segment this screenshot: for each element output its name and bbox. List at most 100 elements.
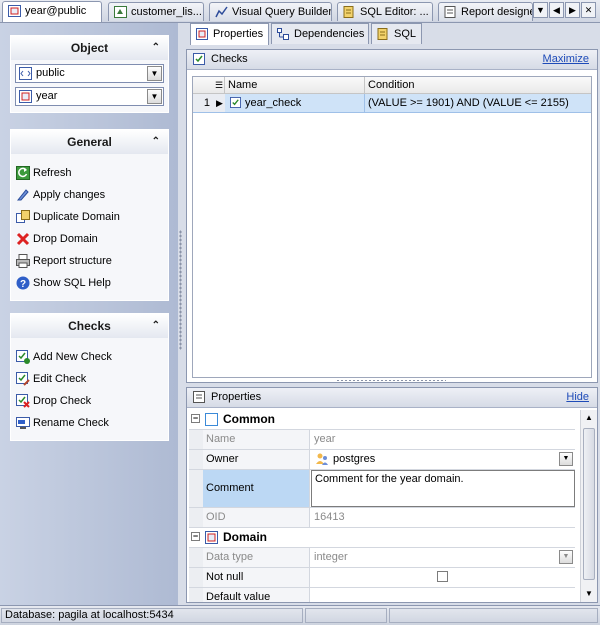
tab-scroll-right-button[interactable]: ▶ xyxy=(565,2,580,18)
scrollbar-thumb[interactable] xyxy=(583,428,595,580)
add-new-check-item[interactable]: Add New Check xyxy=(11,346,168,368)
duplicate-domain-label: Duplicate Domain xyxy=(33,211,120,223)
doc-tab-sql-editor[interactable]: SQL Editor: ... xyxy=(337,2,433,21)
doc-tab-report-designer[interactable]: Report designe xyxy=(438,2,533,21)
doc-tab-label: customer_lis... xyxy=(131,6,202,18)
domain-combo-value: year xyxy=(36,90,58,102)
sql-editor-icon xyxy=(343,6,354,18)
status-database: Database: pagila at localhost:5434 xyxy=(1,608,303,623)
panel-splitter-handle[interactable] xyxy=(336,379,446,383)
doc-tab-visual-query-builder[interactable]: Visual Query Builder xyxy=(209,2,332,21)
property-comment[interactable]: Comment Comment for the year domain. xyxy=(189,470,575,508)
check-name: year_check xyxy=(245,97,302,109)
tab-scroll-left-button[interactable]: ◀ xyxy=(549,2,564,18)
property-grid: − Common Name year Owner postgres ▼ Comm… xyxy=(189,410,575,602)
refresh-icon xyxy=(16,166,30,180)
schema-icon xyxy=(19,67,32,80)
maximize-link[interactable]: Maximize xyxy=(543,50,589,69)
property-default-value-label: Default value xyxy=(203,588,310,602)
checks-panel-title: Checks xyxy=(211,53,248,65)
property-data-type[interactable]: Data type integer ▼ xyxy=(189,548,575,568)
status-bar: Database: pagila at localhost:5434 xyxy=(0,605,600,625)
editor-area: Properties Dependencies SQL Checks Maxim… xyxy=(186,23,598,605)
check-icon xyxy=(230,97,241,108)
hide-link[interactable]: Hide xyxy=(566,388,589,407)
cell-name[interactable]: year_check xyxy=(225,94,365,112)
collapse-icon[interactable]: − xyxy=(191,532,200,541)
duplicate-domain-item[interactable]: Duplicate Domain xyxy=(11,206,168,228)
property-data-type-value-cell[interactable]: integer ▼ xyxy=(311,548,575,567)
property-owner[interactable]: Owner postgres ▼ xyxy=(189,450,575,470)
properties-panel-header: Properties Hide xyxy=(187,388,597,408)
cell-condition[interactable]: (VALUE >= 1901) AND (VALUE <= 2155) xyxy=(365,94,591,112)
column-header-condition[interactable]: Condition xyxy=(365,77,591,93)
property-oid-value: 16413 xyxy=(314,511,345,523)
property-owner-value-cell[interactable]: postgres ▼ xyxy=(311,450,575,469)
collapse-icon[interactable]: ⌃ xyxy=(152,130,160,154)
dependencies-icon xyxy=(277,28,289,40)
drop-domain-label: Drop Domain xyxy=(33,233,98,245)
column-chooser-icon[interactable]: ☰ xyxy=(215,77,223,93)
drop-domain-item[interactable]: Drop Domain xyxy=(11,228,168,250)
refresh-item[interactable]: Refresh xyxy=(11,162,168,184)
collapse-icon[interactable]: ⌃ xyxy=(152,314,160,338)
general-group-header[interactable]: General ⌃ xyxy=(11,130,168,154)
tab-properties[interactable]: Properties xyxy=(190,23,269,45)
schema-combo[interactable]: public ▼ xyxy=(15,64,164,83)
report-structure-item[interactable]: Report structure xyxy=(11,250,168,272)
domain-icon xyxy=(8,5,21,17)
edit-check-item[interactable]: Edit Check xyxy=(11,368,168,390)
close-tab-button[interactable]: ✕ xyxy=(581,2,596,18)
row-indicator-header: ☰ xyxy=(193,77,225,93)
chevron-down-icon[interactable]: ▼ xyxy=(559,452,573,466)
navigation-bar: Object ⌃ public ▼ year ▼ General ⌃ Refre… xyxy=(0,23,178,605)
property-default-value-value[interactable] xyxy=(311,588,575,602)
table-row[interactable]: 1 ▶ year_check (VALUE >= 1901) AND (VALU… xyxy=(193,94,591,113)
rename-check-label: Rename Check xyxy=(33,417,109,429)
category-domain-label: Domain xyxy=(223,530,268,544)
grid-header: ☰ Name Condition xyxy=(193,77,591,94)
tab-list-dropdown-button[interactable]: ▼ xyxy=(533,2,548,18)
object-group-header[interactable]: Object ⌃ xyxy=(11,36,168,60)
show-sql-help-item[interactable]: ? Show SQL Help xyxy=(11,272,168,294)
properties-scrollbar[interactable]: ▲ ▼ xyxy=(580,410,597,602)
category-common[interactable]: − Common xyxy=(189,410,575,430)
property-not-null-value[interactable] xyxy=(311,568,575,587)
category-domain[interactable]: − Domain xyxy=(189,528,575,548)
scroll-up-icon[interactable]: ▲ xyxy=(581,410,597,426)
property-oid: OID 16413 xyxy=(189,508,575,528)
chevron-down-icon[interactable]: ▼ xyxy=(147,66,162,81)
doc-tab-label: Visual Query Builder xyxy=(232,6,332,18)
tab-sql[interactable]: SQL xyxy=(371,23,422,44)
apply-changes-label: Apply changes xyxy=(33,189,106,201)
domain-combo[interactable]: year ▼ xyxy=(15,87,164,106)
drop-icon xyxy=(16,232,30,246)
scroll-down-icon[interactable]: ▼ xyxy=(581,586,597,602)
chevron-down-icon[interactable]: ▼ xyxy=(559,550,573,564)
property-data-type-label: Data type xyxy=(203,548,310,567)
chevron-down-icon[interactable]: ▼ xyxy=(147,89,162,104)
column-header-name[interactable]: Name xyxy=(225,77,365,93)
not-null-checkbox[interactable] xyxy=(437,571,448,582)
apply-changes-item[interactable]: Apply changes xyxy=(11,184,168,206)
property-not-null[interactable]: Not null xyxy=(189,568,575,588)
drop-check-item[interactable]: Drop Check xyxy=(11,390,168,412)
row-pointer-icon: ▶ xyxy=(213,94,225,112)
doc-tab-label: SQL Editor: ... xyxy=(360,6,429,18)
checks-group: Checks ⌃ Add New Check Edit Check Drop C… xyxy=(10,313,169,441)
collapse-icon[interactable]: − xyxy=(191,414,200,423)
collapse-icon[interactable]: ⌃ xyxy=(152,36,160,60)
property-comment-value[interactable]: Comment for the year domain. xyxy=(311,470,575,507)
tab-properties-label: Properties xyxy=(213,28,264,40)
splitter-handle[interactable] xyxy=(179,230,182,350)
doc-tab-customer-list[interactable]: customer_lis... xyxy=(108,2,204,21)
edit-check-icon xyxy=(16,372,30,386)
tab-dependencies[interactable]: Dependencies xyxy=(271,23,369,44)
object-group-title: Object xyxy=(70,41,109,55)
property-name-value: year xyxy=(314,433,336,445)
property-default-value[interactable]: Default value xyxy=(189,588,575,602)
rename-check-item[interactable]: Rename Check xyxy=(11,412,168,434)
checks-group-header[interactable]: Checks ⌃ xyxy=(11,314,168,338)
doc-tab-year[interactable]: year@public xyxy=(2,1,102,22)
query-builder-icon xyxy=(215,6,228,18)
